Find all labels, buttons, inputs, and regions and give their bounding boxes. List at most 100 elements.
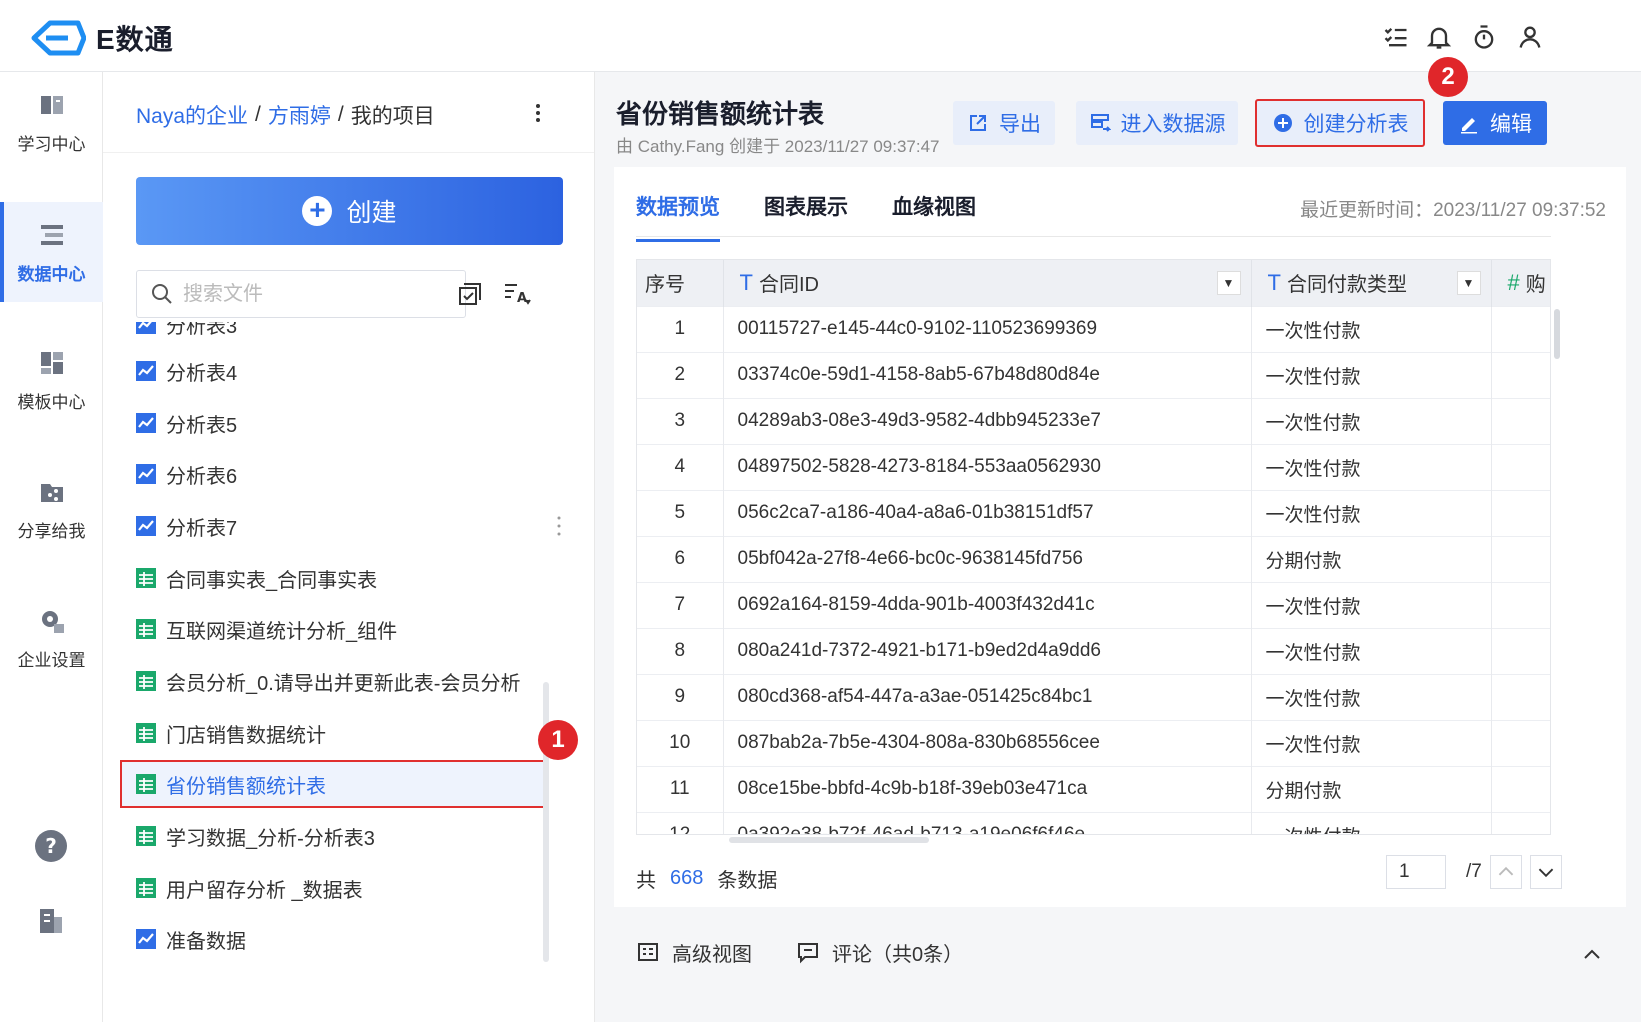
column-header-payment-type[interactable]: T 合同付款类型 ▼ (1251, 260, 1492, 306)
cell-seq: 11 (637, 765, 724, 812)
table-row[interactable]: 11 08ce15be-bbfd-4c9b-b18f-39eb03e471ca 分期… (637, 765, 1550, 812)
table-row[interactable]: 2 03374c0e-59d1-4158-8ab5-67b48d80d84e 一次性… (637, 351, 1550, 398)
breadcrumb-separator: / (337, 103, 344, 126)
file-name: 分析表3 (166, 322, 238, 338)
table-header: 序号 T 合同ID ▼ T 合同付款类型 ▼ # 购 (637, 260, 1550, 306)
table-horizontal-scrollbar[interactable] (729, 837, 929, 843)
breadcrumb-org[interactable]: Naya的企业 (136, 100, 248, 130)
plus-circle-icon (1273, 114, 1292, 132)
file-item[interactable]: 分析表3 (136, 322, 237, 348)
table-row[interactable]: 120a392e38-b72f-46ad-b713-a19e06f6f46e一次… (637, 811, 1550, 834)
search-box[interactable] (136, 270, 466, 318)
cell-contract-id: 080a241d-7372-4921-b171-b9ed2d4a9dd6 (723, 627, 1252, 674)
cell-purchase (1491, 673, 1550, 720)
data-center-icon (40, 224, 63, 245)
comments-label: 评论（共0条） (832, 943, 964, 966)
page-down-icon[interactable] (1530, 855, 1562, 889)
file-item[interactable]: 分析表5 (136, 399, 237, 447)
multi-select-icon[interactable] (456, 280, 484, 308)
table-row[interactable]: 5 056c2ca7-a186-40a4-a8a6-01b38151df57 一次性… (637, 489, 1550, 536)
file-item[interactable]: 分析表7 (136, 502, 237, 550)
file-name: 准备数据 (166, 930, 246, 953)
more-options-icon[interactable] (528, 98, 548, 128)
page-title: 省份销售额统计表 (616, 99, 825, 129)
cell-purchase (1491, 489, 1550, 536)
dropdown-icon[interactable]: ▼ (1216, 270, 1241, 295)
search-input[interactable] (183, 282, 423, 306)
file-item[interactable]: 合同事实表_合同事实表 (136, 554, 377, 602)
comments-button[interactable]: 评论（共0条） (796, 938, 963, 967)
chart-icon (136, 361, 156, 381)
nav-label: 模板中心 (17, 392, 86, 412)
table-row[interactable]: 4 04897502-5828-4273-8184-553aa0562930 一次性… (637, 443, 1550, 490)
tab-lineage-view[interactable]: 血缘视图 (892, 191, 976, 242)
column-header-seq[interactable]: 序号 (637, 260, 724, 306)
dropdown-icon[interactable]: ▼ (1456, 270, 1481, 295)
table-icon (136, 878, 156, 898)
nav-shared-with-me[interactable]: 分享给我 (0, 459, 103, 559)
table-row[interactable]: 9 080cd368-af54-447a-a3ae-051425c84bc1 一次性… (637, 673, 1550, 720)
cell-seq: 5 (637, 489, 724, 536)
bell-icon[interactable] (1425, 23, 1453, 51)
file-item[interactable]: 互联网渠道统计分析_组件 (136, 605, 397, 653)
chevron-up-icon[interactable] (1580, 942, 1604, 966)
export-button[interactable]: 导出 (953, 101, 1055, 145)
last-updated: 最近更新时间：2023/11/27 09:37:52 (1300, 200, 1606, 221)
tab-chart-display[interactable]: 图表展示 (764, 191, 848, 242)
file-item-selected[interactable]: 省份销售额统计表 (120, 760, 545, 808)
table-row[interactable]: 6 05bf042a-27f8-4e66-bc0c-9638145fd756 分期付… (637, 535, 1550, 582)
column-header-contract-id[interactable]: T 合同ID ▼ (723, 260, 1252, 306)
divider (103, 152, 594, 153)
settings-icon (41, 610, 64, 633)
edit-icon (1461, 118, 1477, 134)
file-item[interactable]: 分析表4 (136, 347, 237, 395)
breadcrumb-user[interactable]: 方雨婷 (268, 100, 331, 130)
file-item[interactable]: 会员分析_0.请导出并更新此表-会员分析 (136, 657, 520, 705)
table-vertical-scrollbar[interactable] (1554, 309, 1560, 359)
table-row[interactable]: 8 080a241d-7372-4921-b171-b9ed2d4a9dd6 一次性… (637, 627, 1550, 674)
file-name: 分析表7 (166, 517, 238, 540)
nav-data-center[interactable]: 数据中心 (0, 202, 103, 302)
page-up-icon[interactable] (1490, 855, 1522, 889)
timer-icon[interactable] (1470, 23, 1498, 51)
app-logo[interactable]: E数通 (28, 18, 174, 58)
text-type-icon: T (739, 269, 753, 295)
cell-contract-id: 05bf042a-27f8-4e66-bc0c-9638145fd756 (723, 535, 1252, 582)
nav-enterprise-settings[interactable]: 企业设置 (0, 588, 103, 688)
sort-icon[interactable]: A (503, 280, 531, 308)
building-icon[interactable] (36, 905, 66, 935)
file-item[interactable]: 学习数据_分析-分析表3 (136, 812, 375, 860)
create-button[interactable]: + 创建 (136, 177, 563, 245)
enter-datasource-button[interactable]: 进入数据源 (1076, 101, 1238, 145)
page-input[interactable]: 1 (1386, 855, 1446, 889)
file-item[interactable]: 用户留存分析 _数据表 (136, 864, 363, 912)
edit-button[interactable]: 编辑 (1443, 101, 1547, 145)
template-icon (40, 351, 63, 374)
cell-purchase (1491, 305, 1550, 352)
table-row[interactable]: 10 087bab2a-7b5e-4304-808a-830b68556cee 一次… (637, 719, 1550, 766)
file-item[interactable]: 门店销售数据统计 (136, 709, 326, 757)
file-item[interactable]: 准备数据 (136, 915, 246, 963)
resize-handle[interactable] (556, 515, 562, 537)
nav-learning-center[interactable]: 学习中心 (0, 72, 103, 172)
table-row[interactable]: 3 04289ab3-08e3-49d3-9582-4dbb945233e7 一次性… (637, 397, 1550, 444)
tab-bar: 数据预览 图表展示 血缘视图 (636, 191, 976, 242)
table-row[interactable]: 1 00115727-e145-44c0-9102-110523699369 一次性… (637, 305, 1550, 352)
tab-data-preview[interactable]: 数据预览 (636, 191, 720, 242)
table-row[interactable]: 7 0692a164-8159-4dda-901b-4003f432d41c 一次性… (637, 581, 1550, 628)
file-item[interactable]: 分析表6 (136, 450, 237, 498)
advanced-view-button[interactable]: 高级视图 (636, 938, 752, 967)
tasks-icon[interactable] (1382, 23, 1410, 51)
cell-purchase (1491, 719, 1550, 766)
help-icon[interactable]: ? (34, 829, 68, 863)
cell-payment-type: 一次性付款 (1251, 397, 1492, 444)
nav-template-center[interactable]: 模板中心 (0, 330, 103, 430)
create-analysis-button[interactable]: 创建分析表 (1255, 99, 1425, 147)
table-icon (136, 671, 156, 691)
cell-seq: 1 (637, 305, 724, 352)
column-header-purchase[interactable]: # 购 (1491, 260, 1550, 306)
cell-payment-type: 分期付款 (1251, 765, 1492, 812)
file-name: 会员分析_0.请导出并更新此表-会员分析 (166, 672, 521, 695)
user-icon[interactable] (1516, 23, 1544, 51)
file-list: 分析表3 分析表4 分析表5 分析表6 分析表7 合同事实表_合同事实表 互联网渠道统计分析… (103, 322, 573, 1022)
